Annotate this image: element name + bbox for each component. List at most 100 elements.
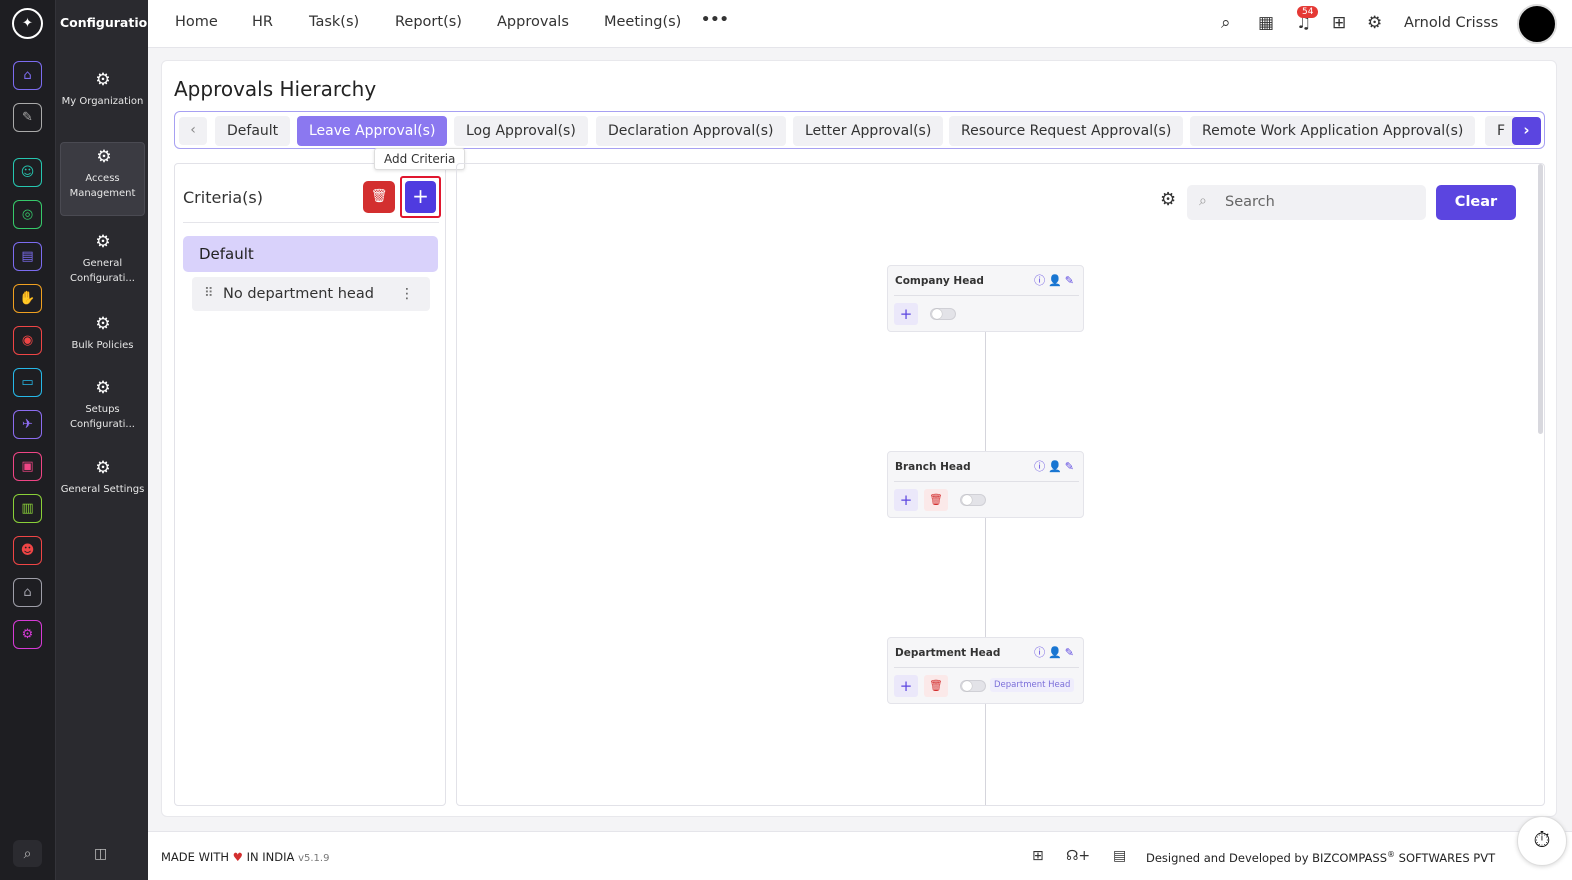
criteria-item-label: No department head — [223, 286, 374, 302]
edit-pencil-icon[interactable]: ✎ — [1065, 274, 1077, 287]
tab-resource-request-approvals[interactable]: Resource Request Approval(s) — [949, 116, 1184, 146]
made-suffix: IN INDIA — [246, 850, 295, 864]
tabs-next-icon[interactable]: › — [1512, 117, 1541, 145]
delete-node-button[interactable]: 🗑 — [924, 675, 948, 697]
tab-leave-approvals[interactable]: Leave Approval(s) — [297, 116, 448, 146]
criteria-default[interactable]: Default — [183, 236, 438, 272]
made-in-india: MADE WITH ♥ IN INDIA v5.1.9 — [161, 850, 329, 864]
user-icon[interactable]: 👤 — [1048, 646, 1065, 659]
info-icon[interactable]: ⓘ — [1034, 460, 1048, 473]
registered-mark: ® — [1387, 850, 1396, 859]
designed-prefix: Designed and Developed by — [1146, 850, 1309, 865]
tabs-prev-icon[interactable]: ‹ — [179, 117, 207, 145]
nav-tasks[interactable]: Task(s) — [309, 14, 359, 30]
submenu-item-bulk-policies[interactable]: ⚙ Bulk Policies — [60, 310, 145, 360]
node-tag: Department Head — [990, 678, 1075, 692]
windows-icon[interactable]: ⊞ — [1032, 848, 1044, 864]
search-icon[interactable]: ⌕ — [1221, 13, 1231, 33]
submenu-item-general-settings[interactable]: ⚙ General Settings — [60, 454, 145, 520]
building-icon[interactable]: ⌂ — [13, 578, 42, 607]
add-criteria-button[interactable]: + — [400, 176, 441, 218]
submenu-item-label: My Organization — [61, 96, 144, 107]
report-icon[interactable]: ▥ — [13, 494, 42, 523]
divider — [894, 481, 1079, 482]
footer: MADE WITH ♥ IN INDIA v5.1.9 ⊞ ☊+ ▤ Desig… — [148, 816, 1572, 880]
apps-grid-icon[interactable]: ⊞ — [1332, 13, 1346, 33]
people-icon[interactable]: ☺ — [13, 158, 42, 187]
submenu-item-setups-configuration[interactable]: ⚙ Setups Configurati... — [60, 374, 145, 440]
target-icon[interactable]: ◉ — [13, 326, 42, 355]
support-icon[interactable]: ☊+ — [1066, 848, 1090, 864]
tab-default[interactable]: Default — [215, 116, 291, 146]
edit-pencil-icon[interactable]: ✎ — [1065, 460, 1077, 473]
hierarchy-panel: ⚙ ⌕ Clear Company Head ⓘ👤✎ + Branch Head… — [456, 163, 1545, 806]
nav-reports[interactable]: Report(s) — [395, 14, 462, 30]
search-icon[interactable]: ⌕ — [13, 840, 42, 867]
submenu-item-my-organization[interactable]: ⚙ My Organization — [60, 66, 145, 132]
home-icon[interactable]: ⌂ — [13, 61, 42, 90]
vertical-scrollbar[interactable] — [1538, 164, 1543, 434]
info-icon[interactable]: ⓘ — [1034, 274, 1048, 287]
add-child-button[interactable]: + — [894, 489, 918, 511]
hands-icon[interactable]: ✋ — [13, 284, 42, 313]
top-navbar: Home HR Task(s) Report(s) Approvals Meet… — [148, 0, 1572, 48]
criteria-item[interactable]: ⠿ No department head ⋮ — [192, 277, 430, 311]
submenu-item-access-management[interactable]: ⚙ Access Management — [60, 142, 145, 216]
app-logo-icon[interactable]: ✦ — [12, 8, 43, 39]
notification-badge: 54 — [1297, 6, 1319, 18]
nav-more[interactable]: ••• — [701, 12, 729, 28]
tab-remote-work-approvals[interactable]: Remote Work Application Approval(s) — [1190, 116, 1476, 146]
heart-icon: ♥ — [232, 850, 243, 864]
clear-button[interactable]: Clear — [1436, 185, 1516, 220]
nav-home[interactable]: Home — [175, 14, 218, 30]
user-name[interactable]: Arnold Crisss — [1404, 15, 1498, 31]
hierarchy-settings-gear-icon[interactable]: ⚙ — [1160, 189, 1176, 210]
pin-icon[interactable]: ✎ — [13, 103, 42, 132]
drag-handle-icon[interactable]: ⠿ — [204, 277, 213, 311]
user-icon[interactable]: 👤 — [1048, 274, 1065, 287]
timer-icon[interactable]: ⏱ — [1517, 816, 1567, 866]
user-icon[interactable]: 👤 — [1048, 460, 1065, 473]
hierarchy-node-company-head: Company Head ⓘ👤✎ + — [887, 265, 1084, 332]
tab-log-approvals[interactable]: Log Approval(s) — [454, 116, 588, 146]
divider — [183, 222, 439, 223]
delete-criteria-button[interactable]: 🗑 — [363, 181, 395, 213]
info-icon[interactable]: ⓘ — [1034, 646, 1048, 659]
nav-hr[interactable]: HR — [252, 14, 273, 30]
user-badge-icon[interactable]: ☻ — [13, 536, 42, 565]
edit-pencil-icon[interactable]: ✎ — [1065, 646, 1077, 659]
app-rail: ✦ ⌂ ✎ ☺ ◎ ▤ ✋ ◉ ▭ ✈ ▣ ▥ ☻ ⌂ ⚙ ⌕ — [0, 0, 55, 880]
monitor-icon[interactable]: ▣ — [13, 452, 42, 481]
briefcase-icon[interactable]: ▤ — [13, 242, 42, 271]
gear-icon: ⚙ — [95, 232, 111, 252]
add-child-button[interactable]: + — [894, 303, 918, 325]
submenu-item-general-configuration[interactable]: ⚙ General Configurati... — [60, 228, 145, 294]
money-icon[interactable]: ◎ — [13, 200, 42, 229]
collapse-sidebar-icon[interactable]: ◫ — [94, 846, 107, 862]
trash-icon: 🗑 — [370, 189, 388, 204]
kebab-menu-icon[interactable]: ⋮ — [400, 277, 414, 311]
settings-gear-icon[interactable]: ⚙ — [1367, 13, 1382, 33]
gear-icon[interactable]: ⚙ — [13, 620, 42, 649]
node-actions: ⓘ👤✎ — [1034, 458, 1077, 474]
hierarchy-node-department-head: Department Head ⓘ👤✎ + 🗑 Department Head — [887, 637, 1084, 704]
calendar-icon[interactable]: ▦ — [1258, 13, 1274, 33]
nav-approvals[interactable]: Approvals — [497, 14, 569, 30]
search-input[interactable] — [1225, 191, 1415, 213]
avatar[interactable] — [1517, 4, 1557, 44]
plane-icon[interactable]: ✈ — [13, 410, 42, 439]
criteria-title: Criteria(s) — [183, 188, 263, 207]
node-toggle[interactable] — [960, 494, 986, 506]
node-title: Department Head — [895, 647, 1001, 659]
archive-icon[interactable]: ▭ — [13, 368, 42, 397]
add-child-button[interactable]: + — [894, 675, 918, 697]
tab-declaration-approvals[interactable]: Declaration Approval(s) — [596, 116, 786, 146]
delete-node-button[interactable]: 🗑 — [924, 489, 948, 511]
node-toggle[interactable] — [930, 308, 956, 320]
nav-meetings[interactable]: Meeting(s) — [604, 14, 681, 30]
divider — [894, 295, 1079, 296]
document-gear-icon: ⚙ — [95, 314, 111, 334]
node-toggle[interactable] — [960, 680, 986, 692]
policy-icon[interactable]: ▤ — [1113, 848, 1126, 864]
tab-letter-approvals[interactable]: Letter Approval(s) — [793, 116, 944, 146]
